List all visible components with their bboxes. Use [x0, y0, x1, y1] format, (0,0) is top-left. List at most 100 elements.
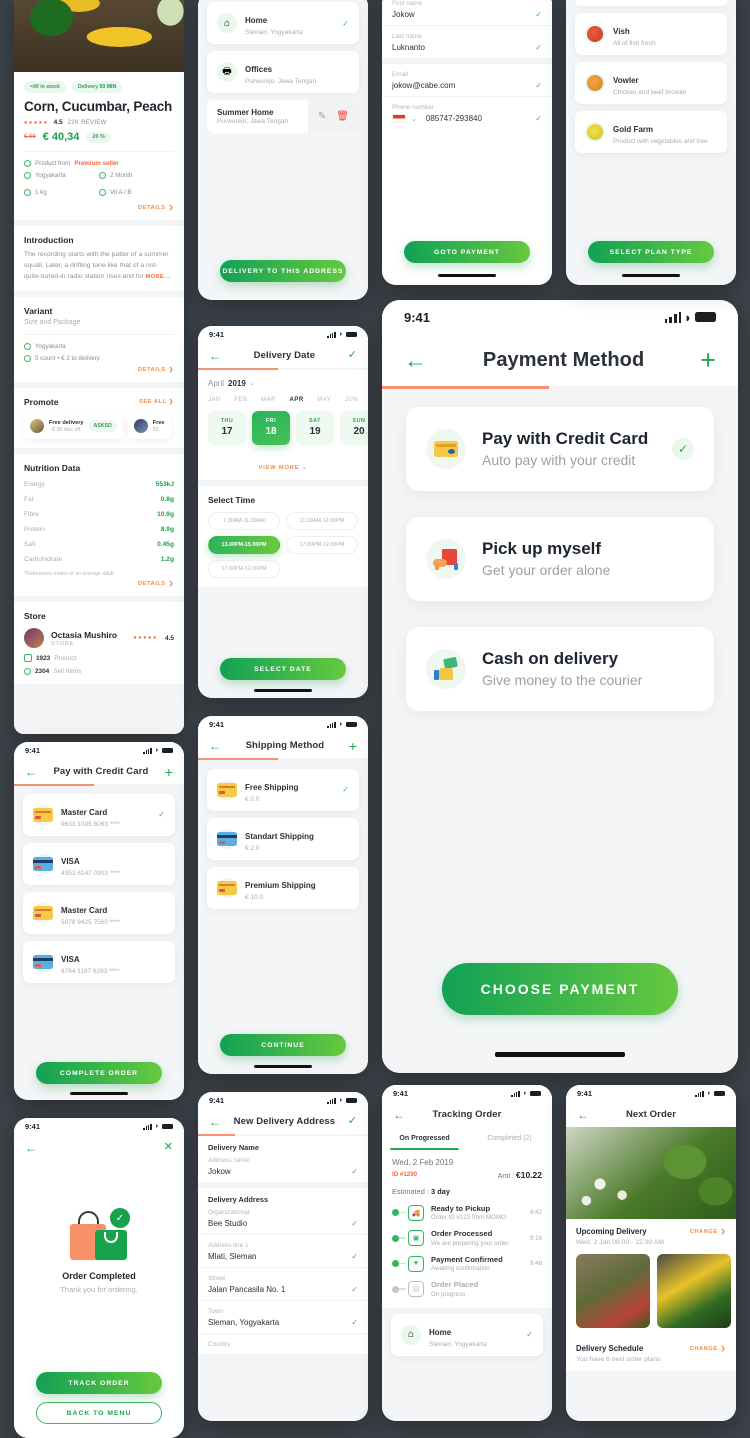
- list-item-partial[interactable]: [575, 0, 727, 6]
- list-item[interactable]: VISA 4953 6147 0903 ****: [23, 842, 175, 885]
- track-order-button[interactable]: TRACK ORDER: [36, 1372, 162, 1394]
- day-cell[interactable]: SUN 20: [340, 410, 368, 445]
- tab-on-progressed[interactable]: On Progressed: [382, 1127, 467, 1150]
- list-item[interactable]: Free Shipping € 0.0 ✓: [207, 768, 359, 811]
- shipping-name: Free Shipping: [245, 782, 299, 792]
- complete-order-button[interactable]: COMPLETE ORDER: [36, 1062, 162, 1084]
- back-icon[interactable]: ←: [25, 1142, 37, 1154]
- mastercard-icon: [217, 877, 237, 898]
- phone-field[interactable]: ⌄ 085747-293840 ✓: [392, 114, 542, 123]
- payment-option-credit-card[interactable]: Pay with Credit Card Auto pay with your …: [406, 406, 714, 491]
- list-item-swiped[interactable]: Summer Home Purworejo, Jawa Tengah ✎ 🗑: [207, 100, 359, 133]
- list-item[interactable]: Gold Farm Product with vegetables and tre…: [575, 111, 727, 153]
- day-cell[interactable]: THU 17: [208, 410, 246, 445]
- battery-icon: [346, 331, 357, 338]
- promo-card[interactable]: Free 53: [127, 413, 171, 440]
- email-field[interactable]: jokow@cabe.com ✓: [392, 81, 542, 90]
- list-item[interactable]: ⌂ Home Sleman, Yogyakarta ✓: [207, 2, 359, 44]
- thumbnail-image[interactable]: [576, 1254, 650, 1328]
- view-more-link[interactable]: VIEW MORE ⌄: [198, 455, 368, 480]
- confirm-icon[interactable]: ✓: [348, 1116, 357, 1127]
- stock-badge: <40 in stock: [24, 81, 66, 93]
- delete-icon[interactable]: 🗑: [336, 111, 349, 122]
- month-item[interactable]: MAY: [317, 397, 331, 403]
- address-name-field[interactable]: Jokow ✓: [208, 1167, 358, 1176]
- first-name-field[interactable]: Jokow ✓: [392, 10, 542, 19]
- back-icon[interactable]: ←: [404, 348, 427, 372]
- month-item[interactable]: JUN: [345, 397, 358, 403]
- back-icon[interactable]: ←: [209, 1116, 221, 1128]
- read-more-link[interactable]: MORE...: [146, 274, 170, 280]
- add-icon[interactable]: +: [349, 739, 357, 753]
- month-item[interactable]: MAR: [261, 397, 276, 403]
- list-item[interactable]: 🖶 Offices Purworejo, Jawa Tengah: [207, 51, 359, 93]
- list-item[interactable]: Standart Shipping € 2.0: [207, 817, 359, 860]
- country-group: Country: [198, 1332, 368, 1354]
- back-icon[interactable]: ←: [209, 740, 221, 752]
- wifi-icon: ◗: [154, 1123, 159, 1130]
- continue-button[interactable]: CONTINUE: [220, 1034, 346, 1056]
- thumbnail-image[interactable]: [657, 1254, 731, 1328]
- edit-icon[interactable]: ✎: [318, 111, 326, 122]
- time-slot-selected[interactable]: 13.00PM-15.00PM: [208, 535, 280, 554]
- last-name-field[interactable]: Luknanto ✓: [392, 43, 542, 52]
- tab-completed[interactable]: Completed (2): [467, 1127, 552, 1150]
- back-icon[interactable]: ←: [393, 1109, 405, 1121]
- chevron-right-icon: ❯: [720, 1345, 726, 1352]
- product-rating: ●●●●● 4.5 22K REVIEW: [24, 119, 174, 126]
- list-item[interactable]: Premium Shipping € 10.0: [207, 866, 359, 909]
- town-field[interactable]: Sleman, Yogyakarta ✓: [208, 1318, 358, 1327]
- month-item-active[interactable]: APR: [290, 397, 304, 403]
- list-item[interactable]: Vowler Chicken and beef browler: [575, 62, 727, 104]
- month-selector[interactable]: April 2019 ⌄: [208, 379, 358, 388]
- time-slot[interactable]: 11.00AM-12.00PM: [286, 511, 358, 530]
- see-all-link[interactable]: SEE ALL ❯: [139, 399, 174, 405]
- select-date-button[interactable]: SELECT DATE: [220, 658, 346, 680]
- back-icon[interactable]: ←: [209, 350, 221, 362]
- change-upcoming-link[interactable]: CHANGE ❯: [690, 1229, 726, 1235]
- promo-card[interactable]: Free delivery - € 30 disc off ASKSD: [24, 413, 123, 440]
- shipping-price: € 2.0: [245, 844, 260, 852]
- close-icon[interactable]: ✕: [164, 1142, 173, 1153]
- back-icon[interactable]: ←: [577, 1109, 589, 1121]
- month-item[interactable]: FEB: [234, 397, 247, 403]
- store-row[interactable]: Octasia Mushiro STORE ●●●●● 4.5: [24, 628, 174, 649]
- signal-icon: [327, 331, 336, 338]
- payment-option-pickup[interactable]: Pick up myself Get your order alone: [406, 516, 714, 601]
- time-slot[interactable]: 17.00PM-12.00PM: [208, 559, 280, 578]
- back-icon[interactable]: ←: [25, 766, 37, 778]
- list-item[interactable]: Vish All of fish fresh: [575, 13, 727, 55]
- address-name: Offices: [245, 65, 273, 74]
- choose-payment-button[interactable]: CHOOSE PAYMENT: [442, 963, 678, 1015]
- select-plan-button[interactable]: SELECT PLAN TYPE: [588, 241, 714, 263]
- add-icon[interactable]: +: [165, 765, 173, 779]
- address-line-field[interactable]: Mlati, Sleman ✓: [208, 1252, 358, 1261]
- phone-group: Phone number ⌄ 085747-293840 ✓: [382, 96, 552, 129]
- status-bar: 9:41 ◗: [198, 326, 368, 343]
- variant-details-link[interactable]: DETAILS ❯: [24, 367, 174, 373]
- day-cell-selected[interactable]: FRI 18: [252, 410, 290, 445]
- time-slot[interactable]: 17.00PM-12.00PM: [286, 535, 358, 554]
- organizational-field[interactable]: Bee Studio ✓: [208, 1219, 358, 1228]
- month-item[interactable]: JAN: [208, 397, 221, 403]
- payment-option-cash[interactable]: Cash on delivery Give money to the couri…: [406, 626, 714, 711]
- nutrition-details-link[interactable]: DETAILS ❯: [24, 581, 174, 587]
- delivery-address-button[interactable]: DELIVERY TO THIS ADDRESS: [220, 260, 346, 282]
- details-link[interactable]: DETAILS ❯: [24, 205, 174, 211]
- change-schedule-link[interactable]: CHANGE ❯: [690, 1346, 726, 1352]
- street-field[interactable]: Jalan Pancasila No. 1 ✓: [208, 1285, 358, 1294]
- day-cell[interactable]: SAT 19: [296, 410, 334, 445]
- chevron-down-icon[interactable]: ⌄: [411, 115, 417, 123]
- status-time: 9:41: [393, 1089, 409, 1098]
- list-item[interactable]: Master Card 9633 1095 8063 **** ✓: [23, 793, 175, 836]
- time-slots: 7.30AM-11.00AM 11.00AM-12.00PM 13.00PM-1…: [208, 511, 358, 578]
- add-icon[interactable]: +: [700, 346, 716, 374]
- list-item[interactable]: Master Card 5078 9425 7560 ****: [23, 891, 175, 934]
- confirm-icon[interactable]: ✓: [348, 350, 357, 361]
- time-slot[interactable]: 7.30AM-11.00AM: [208, 511, 280, 530]
- month-strip[interactable]: JAN FEB MAR APR MAY JUN: [208, 397, 358, 403]
- card-number: 5078 9425 7560 ****: [61, 918, 120, 926]
- list-item[interactable]: VISA 8784 1187 6263 ****: [23, 940, 175, 983]
- tracking-address[interactable]: ⌂ Home Sleman, Yogyakarta ✓: [391, 1313, 543, 1356]
- goto-payment-button[interactable]: GOTO PAYMENT: [404, 241, 530, 263]
